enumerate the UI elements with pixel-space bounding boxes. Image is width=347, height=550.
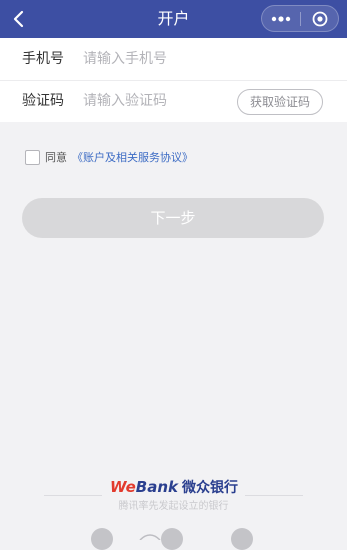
phone-row: 手机号 <box>0 38 347 80</box>
logo-we: We <box>110 478 136 496</box>
logo-chinese-name: 微众银行 <box>181 480 238 496</box>
footer-divider-right <box>245 495 303 496</box>
webank-logo: WeBank 微众银行 <box>110 477 238 497</box>
agreement-link[interactable]: 《账户及相关服务协议》 <box>72 151 193 165</box>
footer-brand: WeBank 微众银行 腾讯率先发起设立的银行 <box>0 475 347 515</box>
code-label: 验证码 <box>22 93 64 109</box>
back-button[interactable] <box>6 6 32 32</box>
footer-divider-left <box>44 495 102 496</box>
footer-tagline: 腾讯率先发起设立的银行 <box>118 501 229 512</box>
chevron-left-icon <box>13 10 24 28</box>
mini-program-capsule <box>261 5 339 32</box>
close-mini-program-button[interactable] <box>301 6 339 31</box>
next-step-button[interactable]: 下一步 <box>22 198 324 238</box>
code-row: 验证码 获取验证码 <box>0 80 347 122</box>
verification-code-input[interactable] <box>83 89 233 113</box>
agreement-checkbox[interactable] <box>25 150 40 165</box>
phone-input[interactable] <box>83 47 323 71</box>
account-form: 手机号 验证码 获取验证码 <box>0 38 347 122</box>
phone-label: 手机号 <box>22 51 64 67</box>
navigation-bar: 开户 <box>0 0 347 38</box>
agreement-prefix: 同意 <box>45 151 67 164</box>
more-dots-icon <box>271 15 291 22</box>
logo-bank: Bank <box>135 478 178 496</box>
arc-icon <box>139 534 161 540</box>
record-circle-icon <box>312 11 328 26</box>
tab-icon[interactable] <box>161 528 183 550</box>
tab-icon[interactable] <box>231 528 253 550</box>
tab-icon[interactable] <box>91 528 113 550</box>
bottom-icon-row <box>0 528 347 550</box>
get-code-button[interactable]: 获取验证码 <box>237 89 323 115</box>
more-button[interactable] <box>262 6 300 31</box>
